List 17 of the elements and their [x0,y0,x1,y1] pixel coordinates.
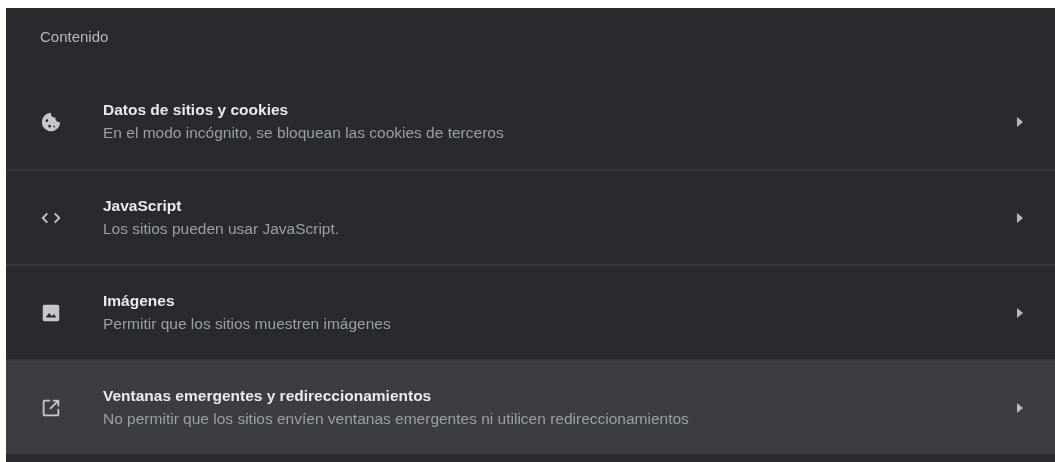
section-title: Contenido [40,28,109,45]
arrow-icon [1015,115,1025,128]
row-description: En el modo incógnito, se bloquean las cookies de terceros [103,122,504,143]
row-title: Datos de sitios y cookies [103,99,290,120]
row-description: Permitir que los sitios muestren imágenes [103,313,391,334]
settings-row[interactable]: JavaScript Los sitios pueden usar JavaScript. [6,169,1055,264]
row-title: Ventanas emergentes y redireccionamientos [103,385,433,406]
arrow-icon [1015,211,1025,224]
cookie-icon [40,110,62,133]
row-title: Imágenes [103,290,176,311]
arrow-icon [1015,401,1025,414]
arrow-icon [1015,306,1025,319]
row-description: Los sitios pueden usar JavaScript. [103,218,340,239]
settings-row[interactable]: Datos de sitios y cookies En el modo incógnito, se bloquean las cookies de terceros [6,74,1055,169]
settings-row[interactable]: Ventanas emergentes y redireccionamientos No permitir que los sitios envíen ventanas emergentes ni utilicen redireccionamientos [6,359,1055,454]
row-title: JavaScript [103,195,183,216]
row-description: No permitir que los sitios envíen ventanas emergentes ni utilicen redireccionamientos [103,408,689,429]
